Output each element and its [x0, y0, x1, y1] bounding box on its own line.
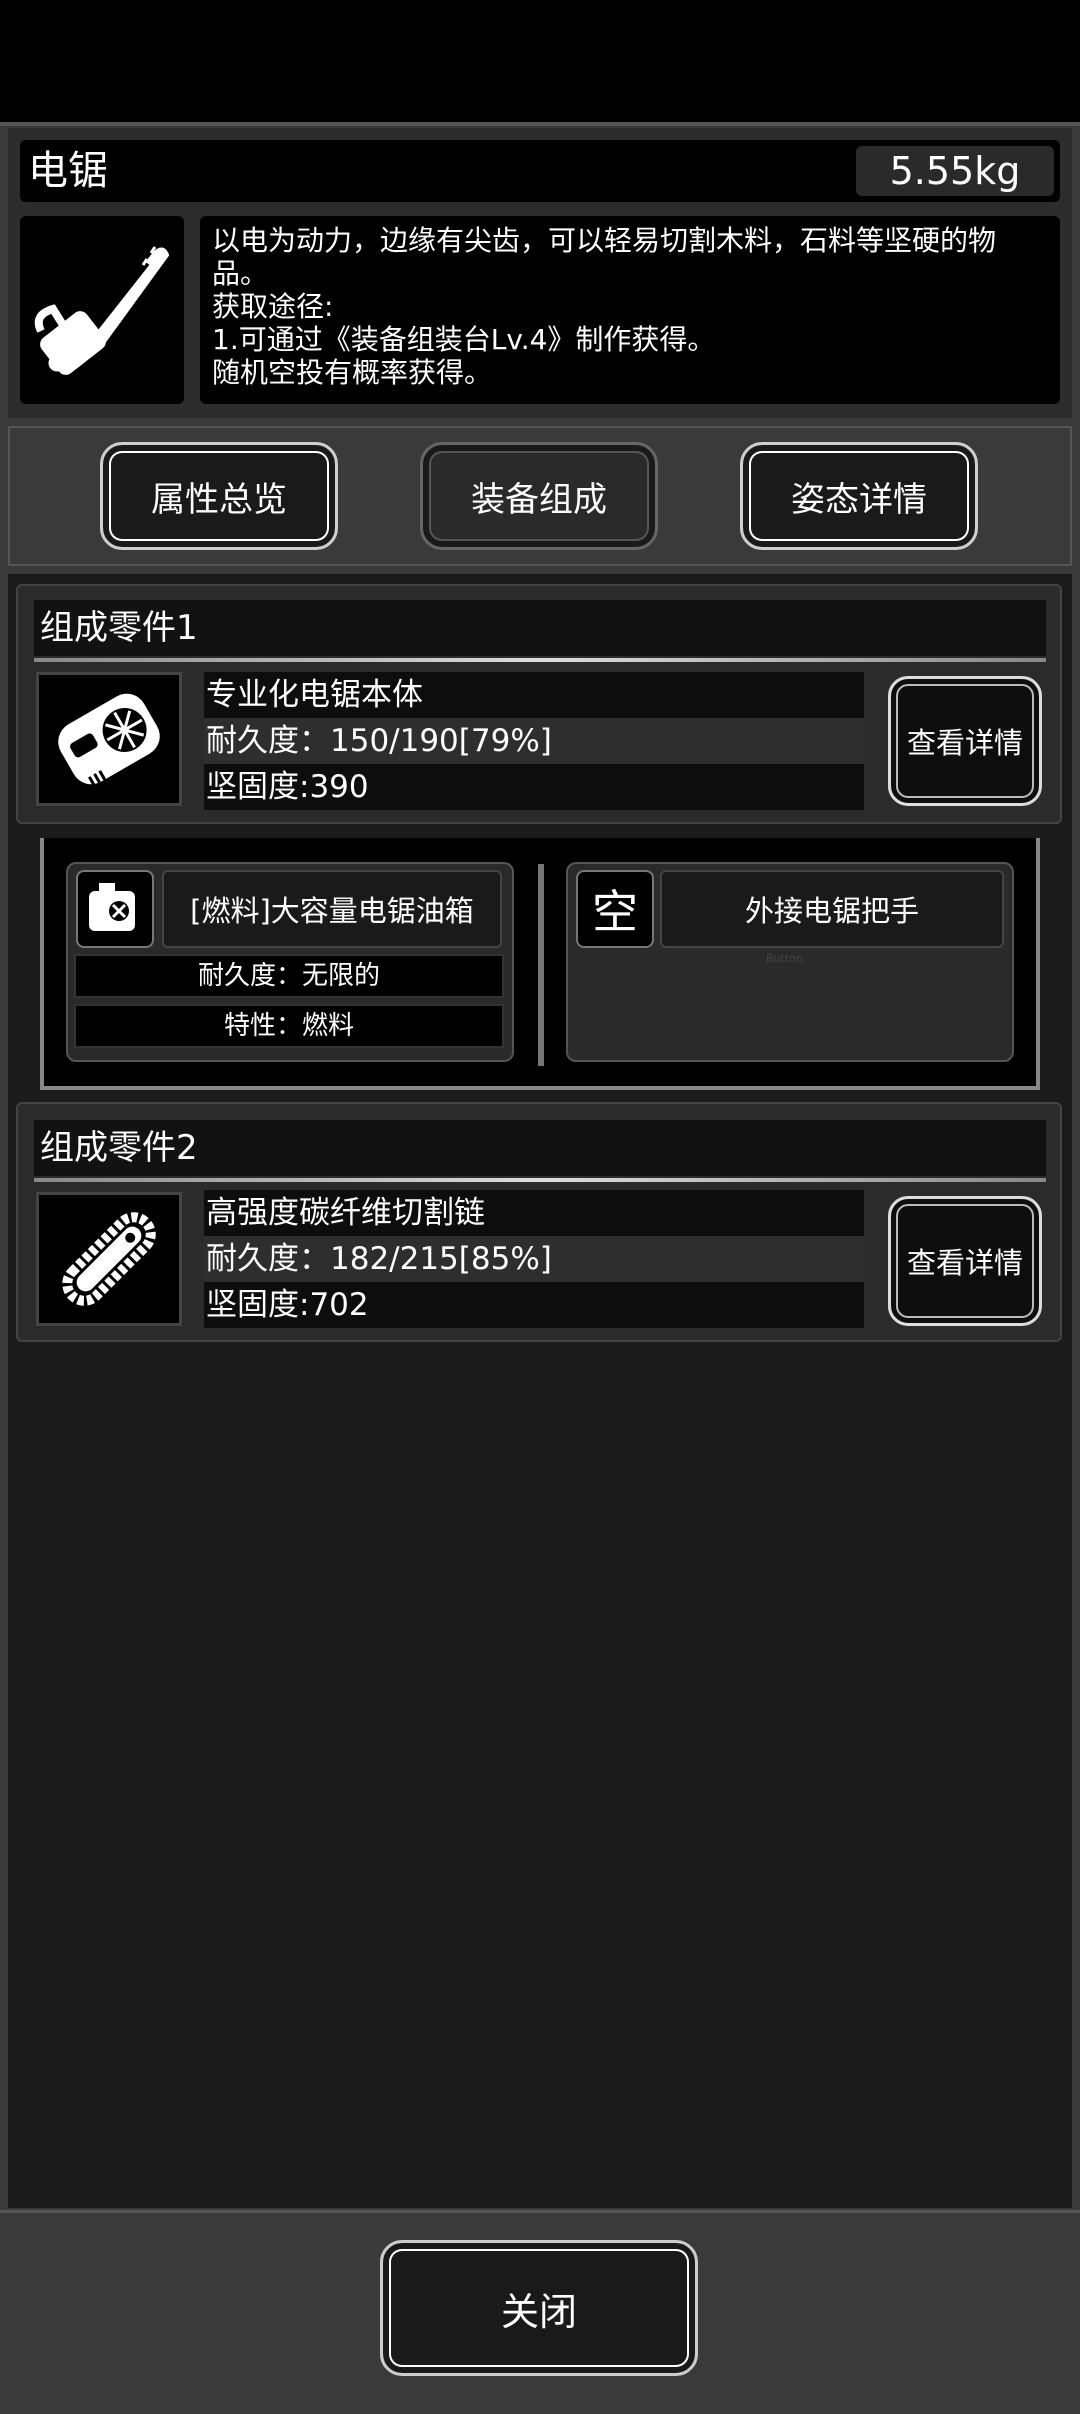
faint-button-text: Button [766, 952, 803, 965]
subpart-trait: 特性：燃料 [74, 1004, 504, 1048]
part-header-2: 组成零件2 [34, 1120, 1046, 1182]
subpart-divider [538, 864, 544, 1066]
tab-attribute-overview[interactable]: 属性总览 [100, 442, 338, 550]
empty-slot-icon: 空 [576, 870, 654, 948]
subpart-title-handle: 外接电锯把手 [660, 870, 1004, 948]
description-line: 获取途径: [212, 290, 334, 323]
description-line: 品。 [212, 257, 269, 290]
subpart-title-fuel-tank: [燃料]大容量电锯油箱 [162, 870, 502, 948]
chainsaw-icon [34, 246, 170, 375]
subpart-durability: 耐久度：无限的 [74, 954, 504, 998]
tab-equipment-composition[interactable]: 装备组成 [420, 442, 658, 550]
part-header-1: 组成零件1 [34, 600, 1046, 662]
part-durability-1: 耐久度：150/190[79%] [204, 718, 864, 764]
description-line: 随机空投有概率获得。 [212, 356, 493, 389]
item-name: 电锯 [28, 148, 108, 194]
part-hardness-2: 坚固度:702 [204, 1282, 864, 1328]
chainsaw-body-icon [58, 693, 160, 787]
saw-chain-icon [62, 1212, 156, 1306]
part-icon-frame-1 [36, 672, 182, 806]
part-hardness-1: 坚固度:390 [204, 764, 864, 810]
part-name-1: 专业化电锯本体 [204, 672, 864, 718]
view-details-button-2[interactable]: 查看详情 [888, 1196, 1042, 1326]
item-icon-frame [20, 216, 184, 404]
fuel-tank-icon [89, 883, 135, 931]
tab-stance-details[interactable]: 姿态详情 [740, 442, 978, 550]
part-name-2: 高强度碳纤维切割链 [204, 1190, 864, 1236]
part-durability-2: 耐久度：182/215[85%] [204, 1236, 864, 1282]
item-weight: 5.55kg [856, 146, 1054, 196]
close-button[interactable]: 关闭 [380, 2240, 698, 2376]
description-line: 以电为动力，边缘有尖齿，可以轻易切割木料，石料等坚硬的物 [212, 224, 997, 257]
subpart-icon-frame [76, 870, 154, 948]
description-line: 1.可通过《装备组装台Lv.4》制作获得。 [212, 323, 716, 356]
item-description: 以电为动力，边缘有尖齿，可以轻易切割木料，石料等坚硬的物 品。 获取途径: 1.… [200, 216, 1060, 404]
part-icon-frame-2 [36, 1192, 182, 1326]
view-details-button-1[interactable]: 查看详情 [888, 676, 1042, 806]
